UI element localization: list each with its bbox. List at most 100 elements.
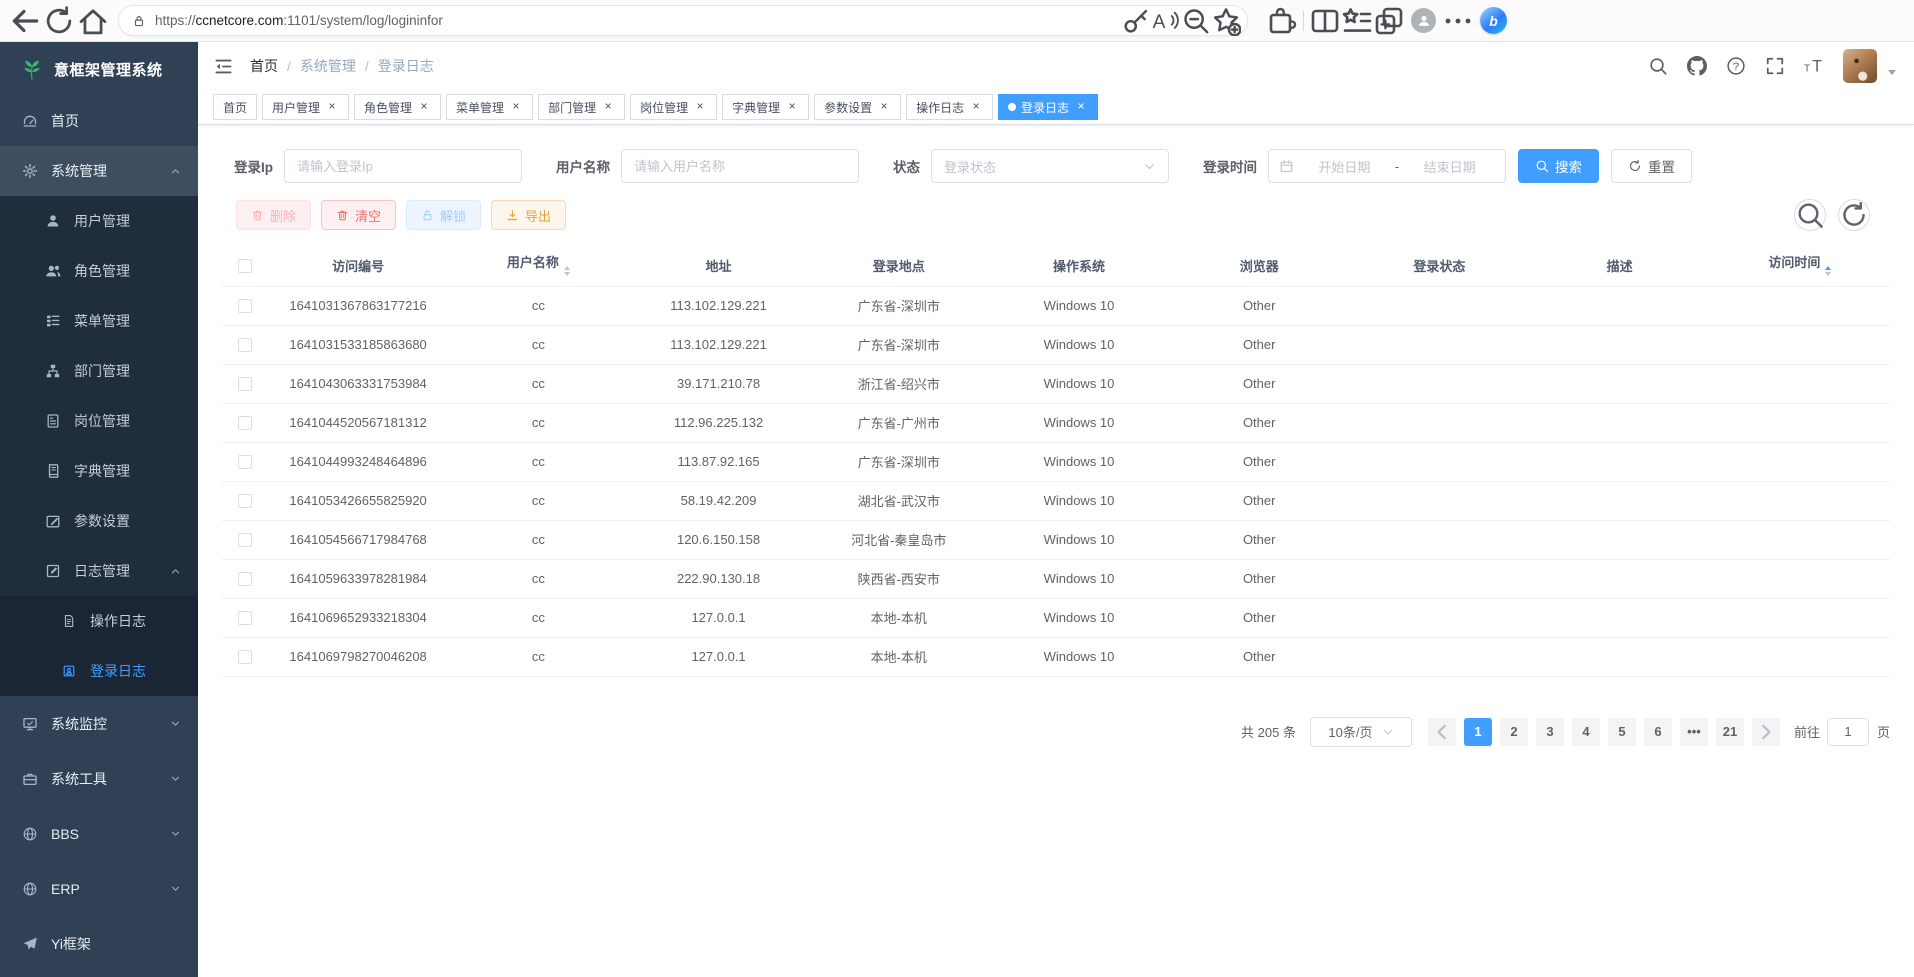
show-search-circle-button[interactable]	[1794, 199, 1826, 231]
sidebar-item-dict-mgmt[interactable]: 字典管理	[0, 446, 198, 496]
page-size-select[interactable]: 10条/页	[1310, 717, 1412, 747]
duplicate-tab-icon[interactable]	[1373, 5, 1405, 37]
close-tab-icon[interactable]: ×	[325, 100, 339, 114]
more-pages-button[interactable]: •••	[1680, 718, 1708, 746]
page-button-2[interactable]: 2	[1500, 718, 1528, 746]
close-tab-icon[interactable]: ×	[877, 100, 891, 114]
sidebar-item-system-mgmt[interactable]: 系统管理	[0, 146, 198, 196]
sidebar-item-user-mgmt[interactable]: 用户管理	[0, 196, 198, 246]
page-button-4[interactable]: 4	[1572, 718, 1600, 746]
select-all-checkbox[interactable]	[238, 259, 252, 273]
refresh-circle-button[interactable]	[1838, 199, 1870, 231]
sidebar-item-role-mgmt[interactable]: 角色管理	[0, 246, 198, 296]
sidebar-item-log-mgmt[interactable]: 日志管理	[0, 546, 198, 596]
extensions-icon[interactable]	[1266, 5, 1298, 37]
column-header-user-name[interactable]: 用户名称	[448, 245, 628, 286]
font-size-icon[interactable]: TT	[1804, 56, 1824, 76]
row-checkbox[interactable]	[238, 416, 252, 430]
sidebar-item-dept-mgmt[interactable]: 部门管理	[0, 346, 198, 396]
close-tab-icon[interactable]: ×	[969, 100, 983, 114]
sidebar-item-param-settings[interactable]: 参数设置	[0, 496, 198, 546]
page-button-21[interactable]: 21	[1716, 718, 1744, 746]
split-screen-icon[interactable]	[1309, 5, 1341, 37]
sidebar-item-home[interactable]: 首页	[0, 96, 198, 146]
password-key-icon[interactable]	[1121, 6, 1151, 36]
close-tab-icon[interactable]: ×	[417, 100, 431, 114]
url-text[interactable]: https://ccnetcore.com:1101/system/log/lo…	[155, 13, 443, 28]
address-bar[interactable]: https://ccnetcore.com:1101/system/log/lo…	[118, 5, 1248, 36]
tab-dept-mgmt[interactable]: 部门管理×	[538, 94, 625, 120]
github-icon[interactable]	[1687, 56, 1707, 76]
jump-page-input[interactable]	[1827, 718, 1869, 746]
sidebar-item-yi-framework[interactable]: Yi框架	[0, 916, 198, 971]
tab-user-mgmt[interactable]: 用户管理×	[262, 94, 349, 120]
refresh-icon[interactable]	[42, 4, 76, 38]
tab-login-log[interactable]: 登录日志×	[998, 94, 1098, 120]
close-tab-icon[interactable]: ×	[509, 100, 523, 114]
next-page-button[interactable]	[1752, 718, 1780, 746]
row-checkbox[interactable]	[238, 377, 252, 391]
collections-icon[interactable]	[1341, 5, 1373, 37]
delete-button[interactable]: 删除	[236, 200, 311, 230]
row-checkbox[interactable]	[238, 650, 252, 664]
login-ip-input[interactable]	[284, 149, 522, 183]
add-favorite-icon[interactable]	[1211, 6, 1241, 36]
help-icon[interactable]: ?	[1726, 56, 1746, 76]
row-checkbox[interactable]	[238, 611, 252, 625]
date-range-picker[interactable]: 开始日期 - 结束日期	[1268, 149, 1506, 183]
search-button[interactable]: 搜索	[1518, 149, 1599, 183]
read-aloud-icon[interactable]: A	[1151, 6, 1181, 36]
sort-caret-icon[interactable]	[1825, 263, 1831, 279]
user-avatar[interactable]	[1843, 49, 1877, 83]
more-icon[interactable]	[1442, 5, 1474, 37]
copilot-icon[interactable]: b	[1480, 7, 1507, 34]
tab-menu-mgmt[interactable]: 菜单管理×	[446, 94, 533, 120]
home-icon[interactable]	[76, 4, 110, 38]
tab-role-mgmt[interactable]: 角色管理×	[354, 94, 441, 120]
reset-button[interactable]: 重置	[1611, 149, 1692, 183]
sidebar-item-menu-mgmt[interactable]: 菜单管理	[0, 296, 198, 346]
close-tab-icon[interactable]: ×	[601, 100, 615, 114]
site-lock-icon[interactable]	[132, 14, 146, 28]
column-header-visit-time[interactable]: 访问时间	[1710, 245, 1890, 286]
clear-button[interactable]: 清空	[321, 200, 396, 230]
fullscreen-icon[interactable]	[1765, 56, 1785, 76]
sidebar-item-login-log[interactable]: 登录日志	[0, 646, 198, 696]
close-tab-icon[interactable]: ×	[785, 100, 799, 114]
row-checkbox[interactable]	[238, 533, 252, 547]
tab-dict-mgmt[interactable]: 字典管理×	[722, 94, 809, 120]
sidebar-item-bbs[interactable]: BBS	[0, 806, 198, 861]
close-tab-icon[interactable]: ×	[1074, 100, 1088, 114]
row-checkbox[interactable]	[238, 494, 252, 508]
zoom-out-icon[interactable]	[1181, 6, 1211, 36]
sidebar-item-operation-log[interactable]: 操作日志	[0, 596, 198, 646]
search-icon[interactable]	[1648, 56, 1668, 76]
start-date-placeholder[interactable]: 开始日期	[1299, 157, 1390, 176]
row-checkbox[interactable]	[238, 299, 252, 313]
collapse-sidebar-icon[interactable]	[214, 57, 233, 76]
user-name-input[interactable]	[621, 149, 859, 183]
export-button[interactable]: 导出	[491, 200, 566, 230]
sort-caret-icon[interactable]	[564, 263, 570, 279]
tab-home[interactable]: 首页	[213, 94, 257, 120]
status-select[interactable]: 登录状态	[931, 149, 1169, 183]
breadcrumb-item[interactable]: 首页	[250, 56, 278, 76]
prev-page-button[interactable]	[1428, 718, 1456, 746]
back-icon[interactable]	[8, 4, 42, 38]
sidebar-item-erp[interactable]: ERP	[0, 861, 198, 916]
end-date-placeholder[interactable]: 结束日期	[1404, 157, 1495, 176]
page-button-1[interactable]: 1	[1464, 718, 1492, 746]
row-checkbox[interactable]	[238, 572, 252, 586]
page-button-6[interactable]: 6	[1644, 718, 1672, 746]
page-button-3[interactable]: 3	[1536, 718, 1564, 746]
row-checkbox[interactable]	[238, 338, 252, 352]
page-button-5[interactable]: 5	[1608, 718, 1636, 746]
tab-post-mgmt[interactable]: 岗位管理×	[630, 94, 717, 120]
tab-operation-log[interactable]: 操作日志×	[906, 94, 993, 120]
sidebar-item-system-tools[interactable]: 系统工具	[0, 751, 198, 806]
sidebar-item-post-mgmt[interactable]: 岗位管理	[0, 396, 198, 446]
row-checkbox[interactable]	[238, 455, 252, 469]
close-tab-icon[interactable]: ×	[693, 100, 707, 114]
tab-param-settings[interactable]: 参数设置×	[814, 94, 901, 120]
profile-avatar[interactable]	[1411, 8, 1436, 33]
